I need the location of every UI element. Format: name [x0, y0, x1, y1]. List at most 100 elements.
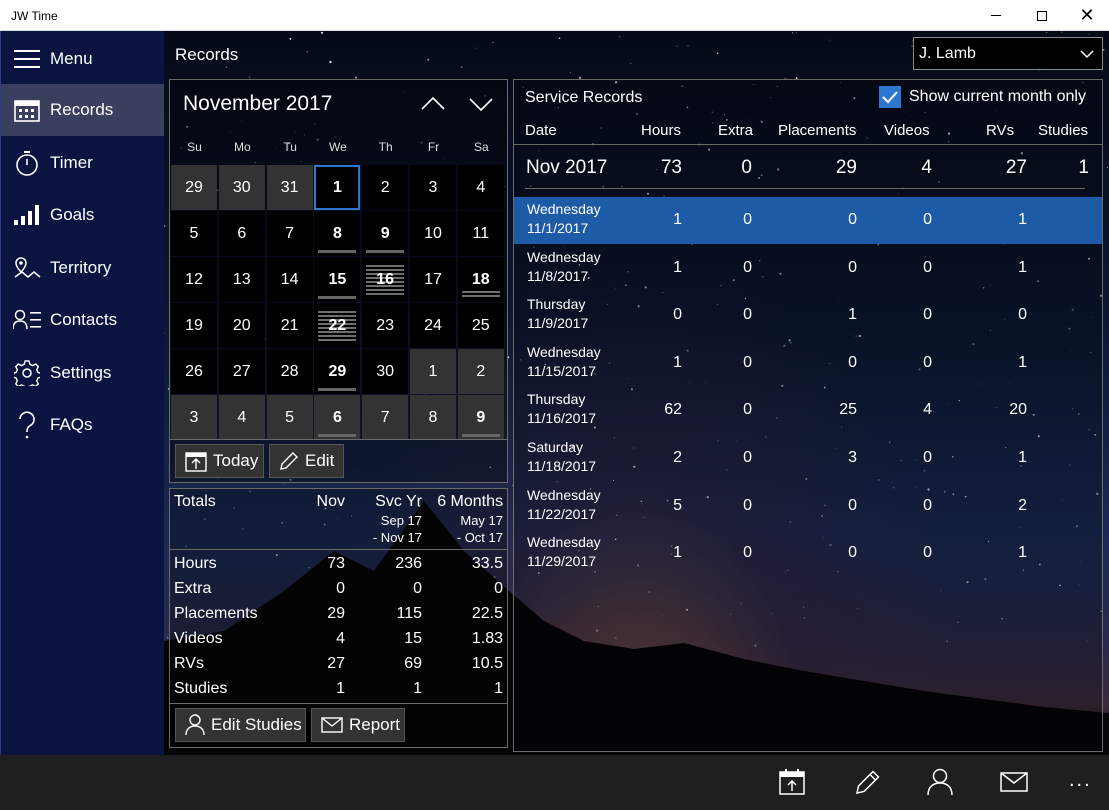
calendar-day[interactable]: 19: [171, 303, 217, 348]
calendar-day[interactable]: 13: [218, 257, 265, 302]
nav-item-contacts[interactable]: Contacts: [1, 294, 164, 346]
nav-item-timer[interactable]: Timer: [1, 137, 164, 189]
edit-command-button[interactable]: [853, 767, 883, 797]
minimize-button[interactable]: [973, 0, 1019, 31]
report-command-button[interactable]: [999, 767, 1029, 797]
calendar-day-number: 7: [380, 408, 390, 426]
service-record-row[interactable]: Wednesday 11/22/2017 5 0 0 0 2: [514, 483, 1102, 530]
calendar-day[interactable]: 29: [171, 165, 217, 210]
calendar-day[interactable]: 28: [266, 349, 313, 394]
report-button[interactable]: Report: [311, 708, 405, 742]
service-record-row[interactable]: Wednesday 11/8/2017 1 0 0 0 1: [514, 245, 1102, 292]
activity-indicator: [318, 296, 357, 299]
calendar-day[interactable]: 26: [171, 349, 217, 394]
edit-studies-button[interactable]: Edit Studies: [175, 708, 306, 742]
stopwatch-icon: [13, 149, 41, 177]
calendar-day[interactable]: 29: [314, 349, 361, 394]
calendar-day[interactable]: 7: [266, 211, 313, 256]
show-current-month-checkbox[interactable]: [879, 86, 901, 108]
calendar-day[interactable]: 16: [362, 257, 409, 302]
nav-item-territory[interactable]: Territory: [1, 242, 164, 294]
service-record-row[interactable]: Wednesday 11/15/2017 1 0 0 0 1: [514, 340, 1102, 387]
record-extra: 0: [743, 449, 752, 466]
totals-row-value: 1: [336, 680, 345, 697]
more-button[interactable]: ...: [1069, 769, 1092, 792]
totals-col-svc-yr-end: - Nov 17: [372, 530, 422, 545]
totals-row-value: 115: [396, 605, 422, 622]
calendar-day[interactable]: 11: [457, 211, 504, 256]
totals-row-label: RVs: [174, 655, 204, 672]
calendar-day[interactable]: 30: [218, 165, 265, 210]
totals-row-value: 27: [327, 655, 345, 672]
calendar-day[interactable]: 1: [410, 349, 456, 394]
today-button[interactable]: Today: [175, 444, 264, 478]
calendar-day[interactable]: 3: [410, 165, 456, 210]
calendar-day-number: 2: [380, 178, 390, 196]
month-summary-divider: [525, 188, 1085, 189]
activity-indicator: [366, 250, 405, 253]
calendar-day[interactable]: 2: [457, 349, 504, 394]
calendar-day[interactable]: 4: [218, 395, 265, 440]
calendar-day[interactable]: 7: [362, 395, 409, 440]
service-record-row[interactable]: Wednesday 11/29/2017 1 0 0 0 1: [514, 530, 1102, 577]
calendar-day[interactable]: 30: [362, 349, 409, 394]
month-summary-videos: 4: [921, 157, 932, 178]
service-record-row[interactable]: Saturday 11/18/2017 2 0 3 0 1: [514, 435, 1102, 482]
edit-button[interactable]: Edit: [269, 444, 344, 478]
person-icon: [927, 768, 953, 796]
calendar-prev-button[interactable]: [420, 94, 446, 114]
calendar-day[interactable]: 6: [314, 395, 361, 440]
record-date: 11/8/2017: [527, 267, 589, 284]
calendar-day[interactable]: 14: [266, 257, 313, 302]
service-record-row[interactable]: Wednesday 11/1/2017 1 0 0 0 1: [514, 197, 1102, 244]
calendar-day-number: 10: [424, 224, 442, 242]
calendar-day[interactable]: 5: [171, 211, 217, 256]
calendar-day[interactable]: 5: [266, 395, 313, 440]
calendar-day[interactable]: 8: [410, 395, 456, 440]
calendar-day-number: 31: [280, 178, 299, 196]
calendar-day-number: 19: [185, 316, 203, 334]
calendar-today-icon: [779, 769, 805, 795]
close-button[interactable]: ✕: [1064, 0, 1109, 31]
calendar-day[interactable]: 18: [457, 257, 504, 302]
calendar-day[interactable]: 9: [457, 395, 504, 440]
service-record-row[interactable]: Thursday 11/9/2017 0 0 1 0 0: [514, 292, 1102, 339]
calendar-day[interactable]: 27: [218, 349, 265, 394]
maximize-button[interactable]: [1019, 0, 1065, 31]
calendar-day[interactable]: 22: [314, 303, 361, 348]
calendar-day[interactable]: 10: [410, 211, 456, 256]
calendar-day[interactable]: 12: [171, 257, 217, 302]
service-record-row[interactable]: Thursday 11/16/2017 62 0 25 4 20: [514, 387, 1102, 434]
calendar-day[interactable]: 17: [410, 257, 456, 302]
calendar-day[interactable]: 31: [266, 165, 313, 210]
calendar-day[interactable]: 9: [362, 211, 409, 256]
record-videos: 0: [923, 306, 932, 324]
user-dropdown[interactable]: J. Lamb: [913, 37, 1103, 70]
calendar-day[interactable]: 24: [410, 303, 456, 348]
calendar-day[interactable]: 23: [362, 303, 409, 348]
studies-command-button[interactable]: [925, 767, 955, 797]
nav-item-menu[interactable]: Menu: [1, 33, 164, 85]
col-header-videos: Videos: [884, 122, 930, 139]
calendar-day[interactable]: 2: [362, 165, 409, 210]
chevron-up-icon: [421, 96, 445, 110]
calendar-day[interactable]: 15: [314, 257, 361, 302]
calendar-day[interactable]: 4: [457, 165, 504, 210]
calendar-day[interactable]: 8: [314, 211, 361, 256]
minimize-icon: [991, 15, 1001, 16]
calendar-day[interactable]: 21: [266, 303, 313, 348]
calendar-day[interactable]: 20: [218, 303, 265, 348]
nav-item-goals[interactable]: Goals: [1, 189, 164, 241]
nav-item-settings[interactable]: Settings: [1, 347, 164, 399]
calendar-day[interactable]: 1: [314, 165, 361, 210]
calendar-day[interactable]: 3: [171, 395, 217, 440]
nav-item-faqs[interactable]: FAQs: [1, 399, 164, 451]
today-command-button[interactable]: [777, 767, 807, 797]
nav-item-records[interactable]: Records: [1, 84, 164, 136]
calendar-next-button[interactable]: [468, 94, 494, 114]
calendar-day-number: 7: [285, 224, 295, 242]
calendar-day[interactable]: 25: [457, 303, 504, 348]
totals-col-6-months-start: May 17: [460, 513, 503, 528]
calendar-day[interactable]: 6: [218, 211, 265, 256]
calendar-day-number: 21: [280, 316, 299, 334]
